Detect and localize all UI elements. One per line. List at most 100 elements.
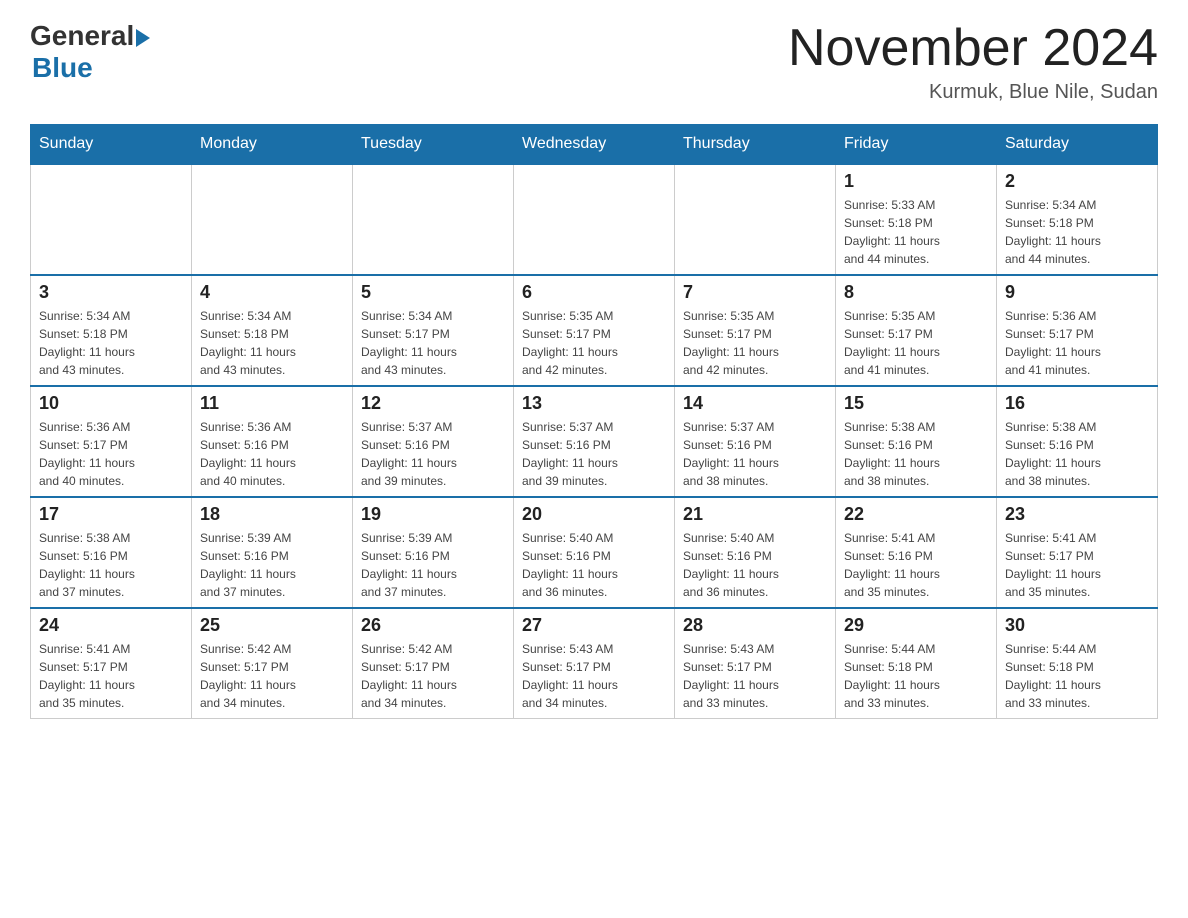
week-row-2: 3 Sunrise: 5:34 AM Sunset: 5:18 PM Daylig…: [31, 275, 1158, 386]
day-number: 9: [1005, 282, 1149, 303]
day-number: 4: [200, 282, 344, 303]
day-info: Sunrise: 5:39 AM Sunset: 5:16 PM Dayligh…: [200, 529, 344, 601]
day-number: 17: [39, 504, 183, 525]
day-number: 22: [844, 504, 988, 525]
day-cell: 7 Sunrise: 5:35 AM Sunset: 5:17 PM Daylig…: [675, 275, 836, 386]
day-info: Sunrise: 5:42 AM Sunset: 5:17 PM Dayligh…: [200, 640, 344, 712]
day-info: Sunrise: 5:44 AM Sunset: 5:18 PM Dayligh…: [844, 640, 988, 712]
day-cell: 8 Sunrise: 5:35 AM Sunset: 5:17 PM Daylig…: [836, 275, 997, 386]
day-cell: 5Sunrise: 5:34 AM Sunset: 5:17 PM Daylig…: [353, 275, 514, 386]
day-cell: 18 Sunrise: 5:39 AM Sunset: 5:16 PM Dayli…: [192, 497, 353, 608]
logo: General Blue: [30, 20, 150, 84]
weekday-header-sunday: Sunday: [31, 125, 192, 165]
weekday-header-thursday: Thursday: [675, 125, 836, 165]
day-number: 26: [361, 615, 505, 636]
weekday-row: SundayMondayTuesdayWednesdayThursdayFrid…: [31, 125, 1158, 165]
day-cell: 23 Sunrise: 5:41 AM Sunset: 5:17 PM Dayli…: [997, 497, 1158, 608]
day-number: 6: [522, 282, 666, 303]
day-info: Sunrise: 5:37 AM Sunset: 5:16 PM Dayligh…: [522, 418, 666, 490]
day-cell: 25 Sunrise: 5:42 AM Sunset: 5:17 PM Dayli…: [192, 608, 353, 719]
day-info: Sunrise: 5:38 AM Sunset: 5:16 PM Dayligh…: [39, 529, 183, 601]
weekday-header-wednesday: Wednesday: [514, 125, 675, 165]
day-info: Sunrise: 5:38 AM Sunset: 5:16 PM Dayligh…: [844, 418, 988, 490]
day-number: 11: [200, 393, 344, 414]
day-info: Sunrise: 5:35 AM Sunset: 5:17 PM Dayligh…: [522, 307, 666, 379]
day-number: 18: [200, 504, 344, 525]
day-info: Sunrise: 5:35 AM Sunset: 5:17 PM Dayligh…: [844, 307, 988, 379]
day-number: 25: [200, 615, 344, 636]
day-info: Sunrise: 5:41 AM Sunset: 5:17 PM Dayligh…: [1005, 529, 1149, 601]
day-number: 24: [39, 615, 183, 636]
day-cell: [675, 164, 836, 275]
day-info: Sunrise: 5:35 AM Sunset: 5:17 PM Dayligh…: [683, 307, 827, 379]
weekday-header-monday: Monday: [192, 125, 353, 165]
day-cell: 1Sunrise: 5:33 AM Sunset: 5:18 PM Daylig…: [836, 164, 997, 275]
day-info: Sunrise: 5:41 AM Sunset: 5:17 PM Dayligh…: [39, 640, 183, 712]
day-info: Sunrise: 5:34 AM Sunset: 5:18 PM Dayligh…: [200, 307, 344, 379]
day-info: Sunrise: 5:34 AM Sunset: 5:18 PM Dayligh…: [1005, 196, 1149, 268]
day-number: 8: [844, 282, 988, 303]
day-number: 3: [39, 282, 183, 303]
day-cell: 21 Sunrise: 5:40 AM Sunset: 5:16 PM Dayli…: [675, 497, 836, 608]
day-cell: 29 Sunrise: 5:44 AM Sunset: 5:18 PM Dayli…: [836, 608, 997, 719]
day-cell: [31, 164, 192, 275]
calendar-body: 1Sunrise: 5:33 AM Sunset: 5:18 PM Daylig…: [31, 164, 1158, 719]
day-cell: 3 Sunrise: 5:34 AM Sunset: 5:18 PM Daylig…: [31, 275, 192, 386]
day-cell: 17 Sunrise: 5:38 AM Sunset: 5:16 PM Dayli…: [31, 497, 192, 608]
day-cell: 12 Sunrise: 5:37 AM Sunset: 5:16 PM Dayli…: [353, 386, 514, 497]
day-cell: 28Sunrise: 5:43 AM Sunset: 5:17 PM Dayli…: [675, 608, 836, 719]
day-info: Sunrise: 5:38 AM Sunset: 5:16 PM Dayligh…: [1005, 418, 1149, 490]
day-cell: 10 Sunrise: 5:36 AM Sunset: 5:17 PM Dayli…: [31, 386, 192, 497]
day-cell: 14Sunrise: 5:37 AM Sunset: 5:16 PM Dayli…: [675, 386, 836, 497]
week-row-1: 1Sunrise: 5:33 AM Sunset: 5:18 PM Daylig…: [31, 164, 1158, 275]
day-number: 29: [844, 615, 988, 636]
day-cell: 19Sunrise: 5:39 AM Sunset: 5:16 PM Dayli…: [353, 497, 514, 608]
day-cell: [514, 164, 675, 275]
day-info: Sunrise: 5:41 AM Sunset: 5:16 PM Dayligh…: [844, 529, 988, 601]
day-number: 16: [1005, 393, 1149, 414]
day-number: 12: [361, 393, 505, 414]
day-info: Sunrise: 5:36 AM Sunset: 5:17 PM Dayligh…: [39, 418, 183, 490]
day-number: 21: [683, 504, 827, 525]
day-number: 10: [39, 393, 183, 414]
day-cell: [192, 164, 353, 275]
day-cell: 16 Sunrise: 5:38 AM Sunset: 5:16 PM Dayli…: [997, 386, 1158, 497]
location-text: Kurmuk, Blue Nile, Sudan: [788, 81, 1158, 104]
day-number: 7: [683, 282, 827, 303]
day-info: Sunrise: 5:43 AM Sunset: 5:17 PM Dayligh…: [522, 640, 666, 712]
day-cell: 6 Sunrise: 5:35 AM Sunset: 5:17 PM Daylig…: [514, 275, 675, 386]
day-number: 23: [1005, 504, 1149, 525]
day-cell: 2 Sunrise: 5:34 AM Sunset: 5:18 PM Daylig…: [997, 164, 1158, 275]
day-number: 5: [361, 282, 505, 303]
day-info: Sunrise: 5:37 AM Sunset: 5:16 PM Dayligh…: [361, 418, 505, 490]
weekday-header-tuesday: Tuesday: [353, 125, 514, 165]
weekday-header-saturday: Saturday: [997, 125, 1158, 165]
logo-arrow-icon: [136, 29, 150, 47]
day-cell: [353, 164, 514, 275]
day-info: Sunrise: 5:40 AM Sunset: 5:16 PM Dayligh…: [683, 529, 827, 601]
day-info: Sunrise: 5:40 AM Sunset: 5:16 PM Dayligh…: [522, 529, 666, 601]
day-cell: 4 Sunrise: 5:34 AM Sunset: 5:18 PM Daylig…: [192, 275, 353, 386]
day-cell: 13Sunrise: 5:37 AM Sunset: 5:16 PM Dayli…: [514, 386, 675, 497]
day-info: Sunrise: 5:42 AM Sunset: 5:17 PM Dayligh…: [361, 640, 505, 712]
day-info: Sunrise: 5:36 AM Sunset: 5:17 PM Dayligh…: [1005, 307, 1149, 379]
logo-general-text: General: [30, 20, 134, 52]
day-number: 30: [1005, 615, 1149, 636]
calendar-table: SundayMondayTuesdayWednesdayThursdayFrid…: [30, 124, 1158, 719]
week-row-4: 17 Sunrise: 5:38 AM Sunset: 5:16 PM Dayli…: [31, 497, 1158, 608]
day-info: Sunrise: 5:34 AM Sunset: 5:18 PM Dayligh…: [39, 307, 183, 379]
day-number: 2: [1005, 171, 1149, 192]
day-cell: 24 Sunrise: 5:41 AM Sunset: 5:17 PM Dayli…: [31, 608, 192, 719]
day-info: Sunrise: 5:36 AM Sunset: 5:16 PM Dayligh…: [200, 418, 344, 490]
day-number: 19: [361, 504, 505, 525]
day-number: 20: [522, 504, 666, 525]
day-info: Sunrise: 5:33 AM Sunset: 5:18 PM Dayligh…: [844, 196, 988, 268]
day-cell: 11 Sunrise: 5:36 AM Sunset: 5:16 PM Dayli…: [192, 386, 353, 497]
title-section: November 2024 Kurmuk, Blue Nile, Sudan: [788, 20, 1158, 104]
day-number: 27: [522, 615, 666, 636]
day-info: Sunrise: 5:44 AM Sunset: 5:18 PM Dayligh…: [1005, 640, 1149, 712]
day-cell: 22 Sunrise: 5:41 AM Sunset: 5:16 PM Dayli…: [836, 497, 997, 608]
logo-blue-text: Blue: [32, 52, 93, 84]
week-row-5: 24 Sunrise: 5:41 AM Sunset: 5:17 PM Dayli…: [31, 608, 1158, 719]
day-cell: 30 Sunrise: 5:44 AM Sunset: 5:18 PM Dayli…: [997, 608, 1158, 719]
